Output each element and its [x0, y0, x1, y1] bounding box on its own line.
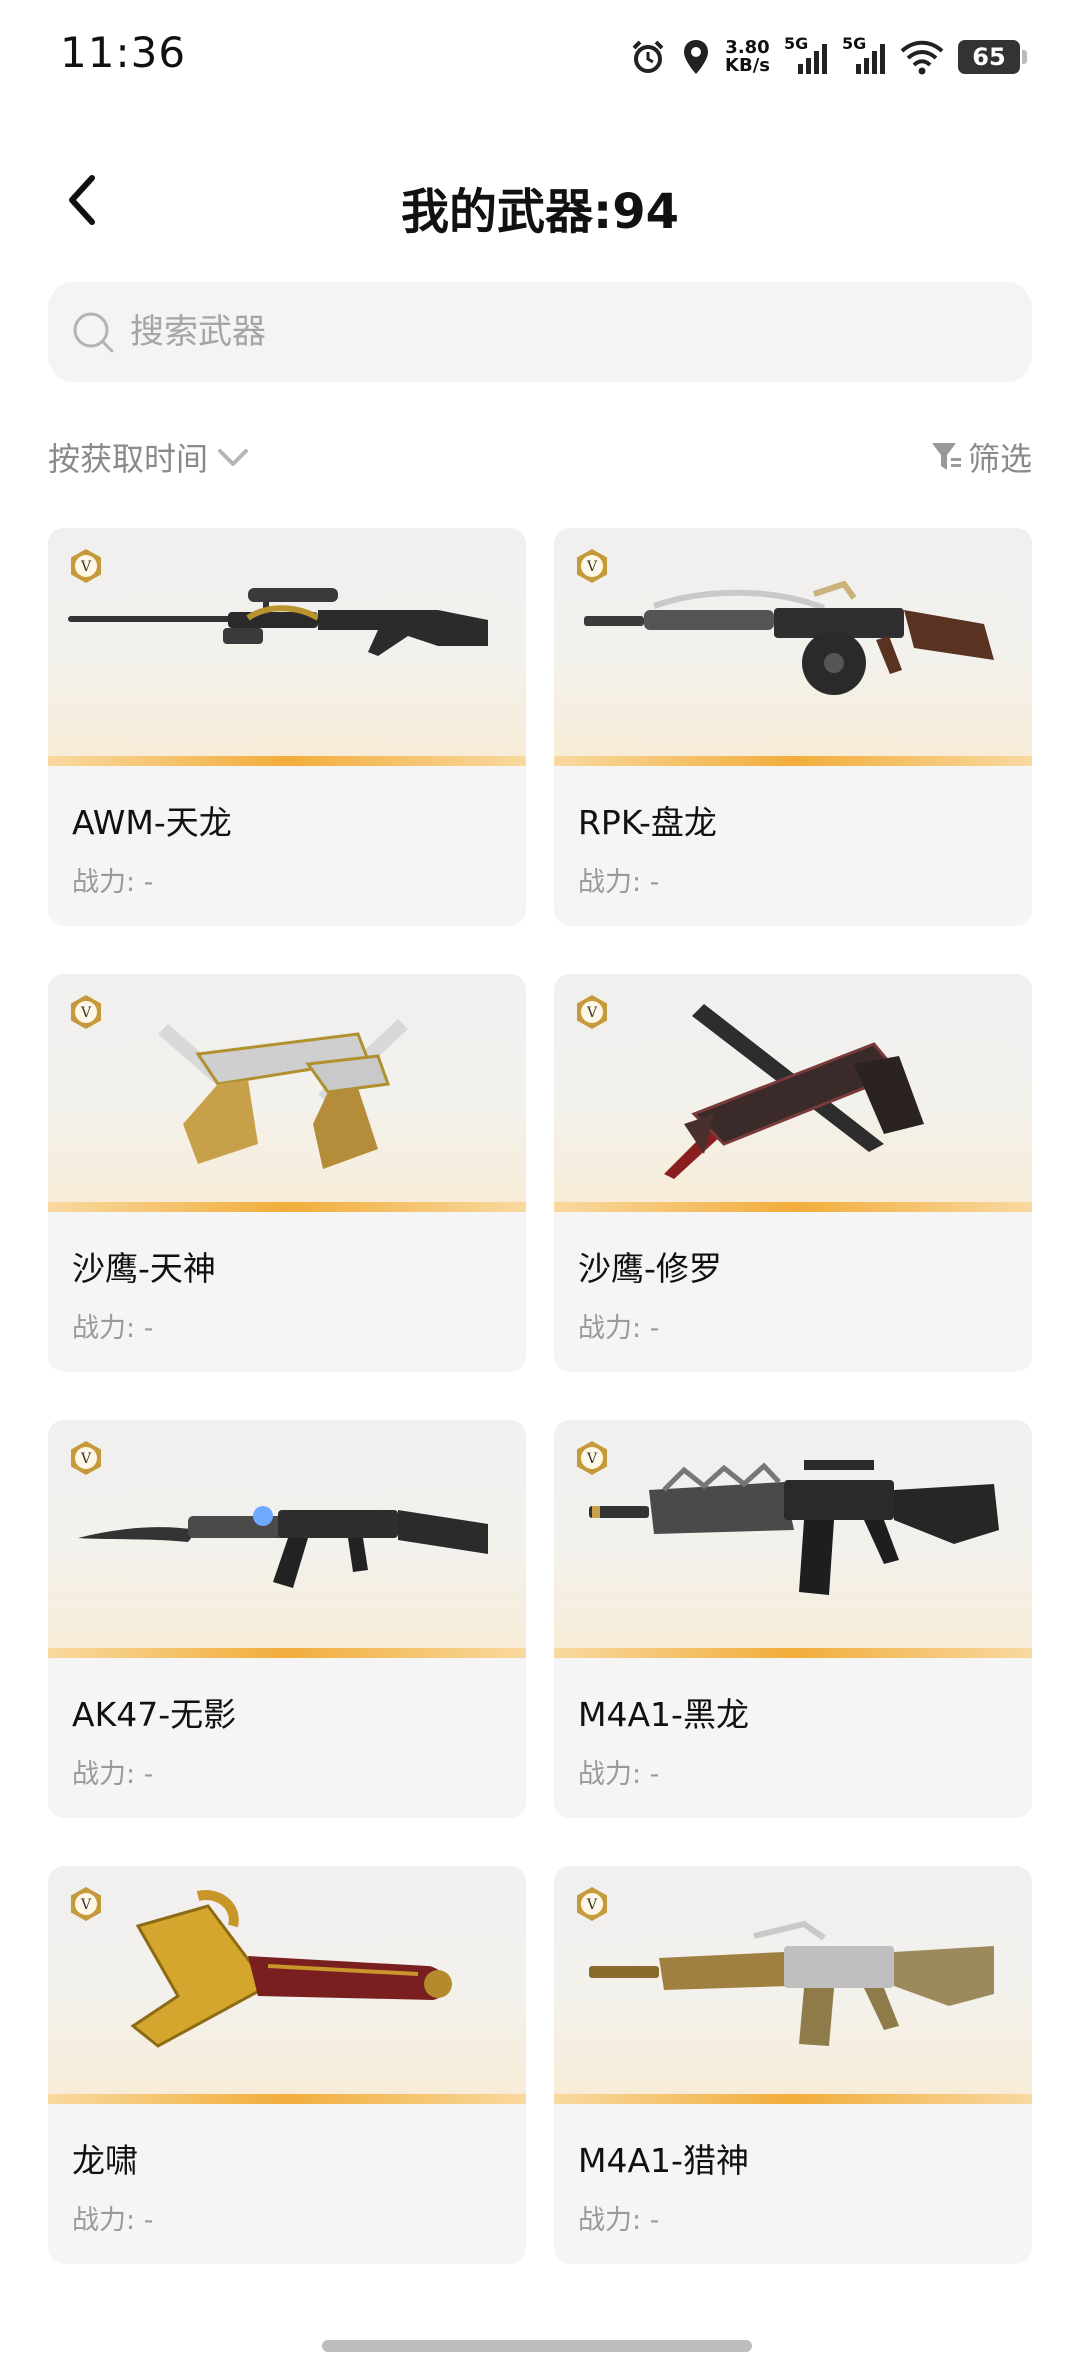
search-input[interactable]: [128, 311, 982, 353]
wifi-icon: [900, 40, 944, 75]
weapon-card[interactable]: V AK47-无影 战力: -: [48, 1420, 526, 1818]
weapon-name: AK47-无影: [72, 1695, 237, 1734]
weapon-name: M4A1-黑龙: [578, 1695, 749, 1734]
signal-bars-icon: [856, 44, 885, 74]
location-icon: [684, 40, 709, 74]
status-time: 11:36: [60, 28, 187, 77]
alarm-icon: [632, 40, 664, 73]
weapon-image-area: V: [48, 1420, 526, 1658]
weapon-card[interactable]: V 龙啸 战力: -: [48, 1866, 526, 2264]
weapon-card[interactable]: V RPK-盘龙 战力: -: [554, 528, 1032, 926]
weapon-power: 战力: -: [72, 2205, 154, 2236]
filter-icon: [931, 443, 961, 470]
weapon-card[interactable]: V M4A1-猎神 战力: -: [554, 1866, 1032, 2264]
machine-gun-icon: [584, 580, 994, 695]
weapon-name: 沙鹰-修罗: [578, 1249, 722, 1288]
assault-rifle-icon: [589, 1920, 994, 2046]
weapon-name: 沙鹰-天神: [72, 1249, 216, 1288]
dual-pistol-icon: [158, 1019, 408, 1169]
weapon-card[interactable]: V 沙鹰-修罗 战力: -: [554, 974, 1032, 1372]
net-speed: 3.80 KB/s: [725, 39, 770, 75]
assault-rifle-icon: [589, 1460, 999, 1595]
weapon-image-area: V: [48, 1866, 526, 2104]
sort-label: 按获取时间: [48, 440, 209, 478]
filter-label: 筛选: [967, 440, 1032, 478]
home-indicator[interactable]: [322, 2340, 752, 2352]
weapon-grid: V AWM-天龙 战力: - V RPK-盘龙 战力: - V 沙鹰-天神 战力…: [48, 528, 1032, 2264]
weapon-image-area: V: [554, 528, 1032, 766]
weapon-power: 战力: -: [578, 1759, 660, 1790]
battery-indicator: 65: [958, 40, 1027, 74]
chevron-down-icon: [218, 449, 249, 466]
cellular-signal-2: 5G: [842, 34, 886, 76]
dragon-axe-icon: [130, 1890, 452, 2048]
weapon-image-area: V: [554, 974, 1032, 1212]
weapon-name: RPK-盘龙: [578, 803, 717, 842]
weapon-card[interactable]: V 沙鹰-天神 战力: -: [48, 974, 526, 1372]
pistol-blade-icon: [664, 1004, 924, 1179]
assault-rifle-icon: [78, 1506, 488, 1588]
weapon-name: 龙啸: [72, 2141, 138, 2180]
search-box[interactable]: [48, 282, 1032, 382]
page-title: 我的武器:94: [401, 184, 679, 240]
weapon-card[interactable]: V AWM-天龙 战力: -: [48, 528, 526, 926]
header: 我的武器:94: [0, 150, 1080, 250]
weapon-power: 战力: -: [72, 1313, 154, 1344]
sniper-rifle-icon: [68, 588, 488, 656]
weapon-power: 战力: -: [578, 2205, 660, 2236]
status-bar: 11:36 3.80 KB/s 5G 5G 65: [0, 0, 1080, 120]
cellular-signal-1: 5G: [784, 34, 828, 76]
weapon-power: 战力: -: [578, 867, 660, 898]
weapon-image-area: V: [554, 1866, 1032, 2104]
net-speed-unit: KB/s: [725, 55, 770, 76]
weapon-card[interactable]: V M4A1-黑龙 战力: -: [554, 1420, 1032, 1818]
status-icons: 3.80 KB/s 5G 5G 65: [629, 34, 1027, 80]
weapon-image-area: V: [554, 1420, 1032, 1658]
weapon-name: M4A1-猎神: [578, 2141, 749, 2180]
signal-bars-icon: [798, 44, 827, 74]
weapon-image-area: V: [48, 528, 526, 766]
sort-button[interactable]: 按获取时间: [48, 432, 250, 482]
weapon-power: 战力: -: [72, 867, 154, 898]
weapon-image-area: V: [48, 974, 526, 1212]
search-icon: [73, 312, 114, 353]
filter-button[interactable]: 筛选: [930, 432, 1032, 482]
weapon-power: 战力: -: [578, 1313, 660, 1344]
weapon-name: AWM-天龙: [72, 803, 232, 842]
weapon-power: 战力: -: [72, 1759, 154, 1790]
